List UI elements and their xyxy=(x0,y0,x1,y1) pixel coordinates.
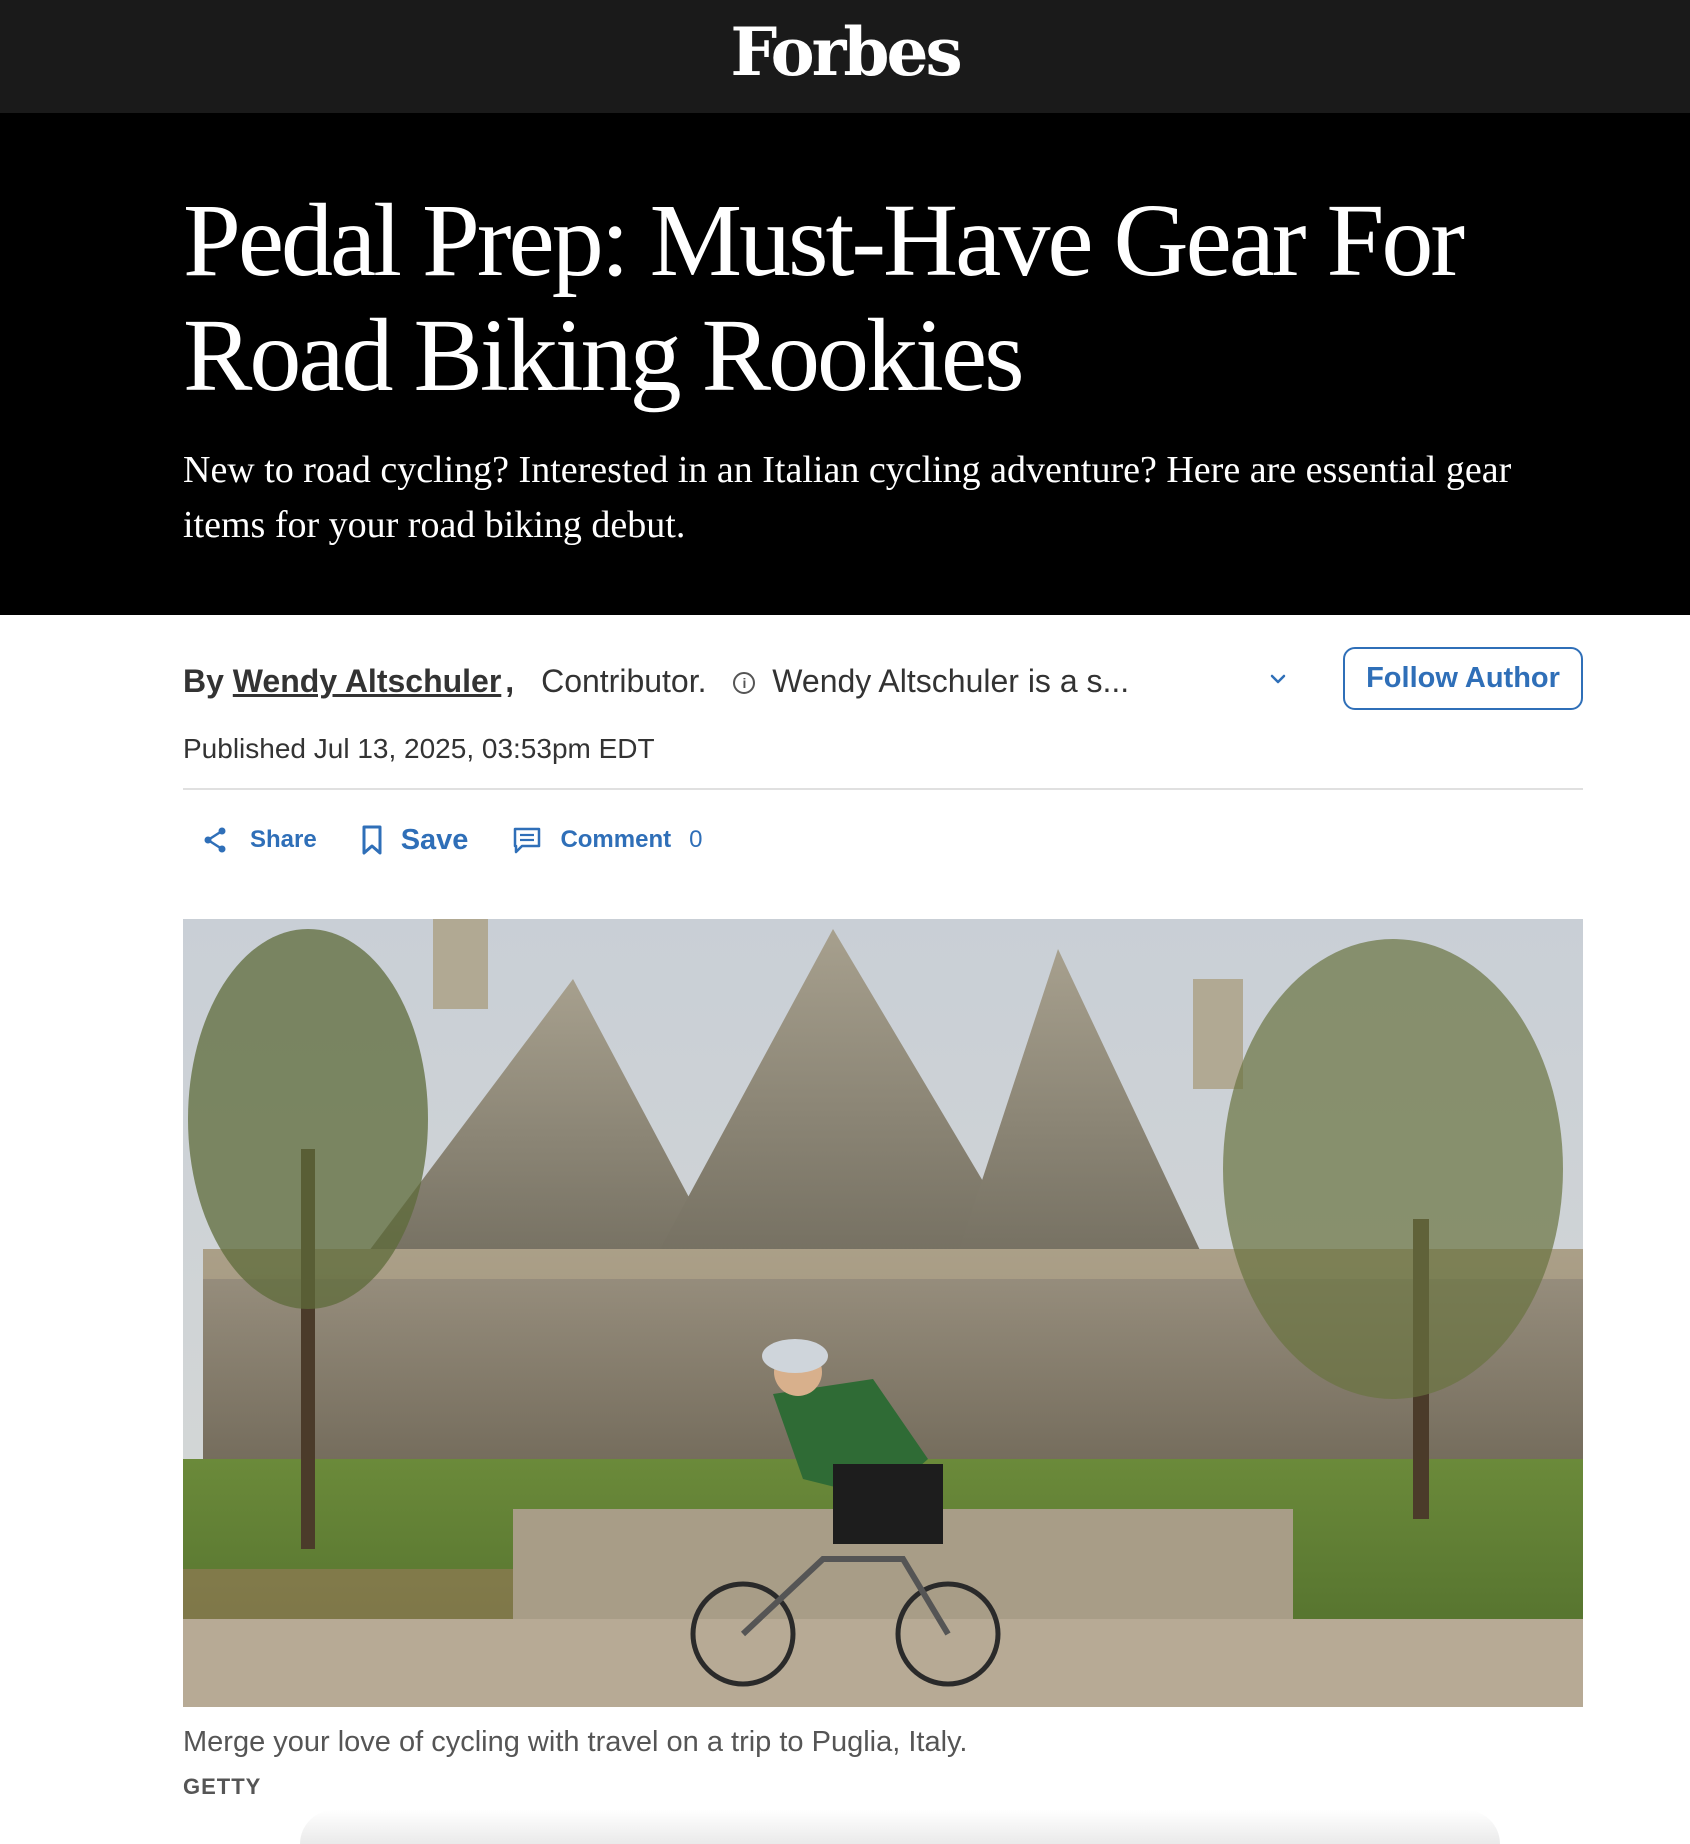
author-bio-excerpt: Wendy Altschuler is a s... xyxy=(772,663,1130,699)
chevron-down-icon[interactable] xyxy=(1267,668,1289,690)
share-icon xyxy=(204,827,226,853)
share-label: Share xyxy=(250,826,317,853)
content-fade xyxy=(300,1810,1500,1844)
article-hero: Pedal Prep: Must-Have Gear For Road Biki… xyxy=(0,113,1690,615)
info-icon: i xyxy=(733,672,756,694)
byline: By Wendy Altschuler, Contributor. i Wend… xyxy=(183,663,1129,700)
follow-author-button[interactable]: Follow Author xyxy=(1343,647,1583,710)
article-headline: Pedal Prep: Must-Have Gear For Road Biki… xyxy=(183,183,1465,413)
published-date: Published Jul 13, 2025, 03:53pm EDT xyxy=(183,733,655,764)
share-button[interactable]: Share xyxy=(200,825,359,855)
hero-photo xyxy=(183,919,1583,1707)
divider xyxy=(183,788,1583,790)
article-dek: New to road cycling? Interested in an It… xyxy=(183,449,1512,546)
save-button[interactable]: Save xyxy=(359,824,513,857)
save-label: Save xyxy=(400,823,469,856)
comment-button[interactable]: Comment 0 xyxy=(512,825,702,855)
photo-credit: GETTY xyxy=(183,1774,262,1799)
comment-icon xyxy=(514,827,541,854)
author-role: Contributor. xyxy=(541,663,707,699)
forbes-logo[interactable]: Forbes xyxy=(0,12,1690,92)
site-header: Forbes xyxy=(0,0,1690,113)
article-actions: Share Save Comment 0 xyxy=(200,820,702,860)
author-link[interactable]: Wendy Altschuler xyxy=(233,663,502,699)
comment-label: Comment xyxy=(560,826,672,853)
byline-comma: , xyxy=(505,663,515,699)
byline-by: By xyxy=(183,663,224,699)
photo-caption: Merge your love of cycling with travel o… xyxy=(183,1726,968,1758)
comment-count: 0 xyxy=(689,826,703,853)
bookmark-icon xyxy=(362,825,382,855)
